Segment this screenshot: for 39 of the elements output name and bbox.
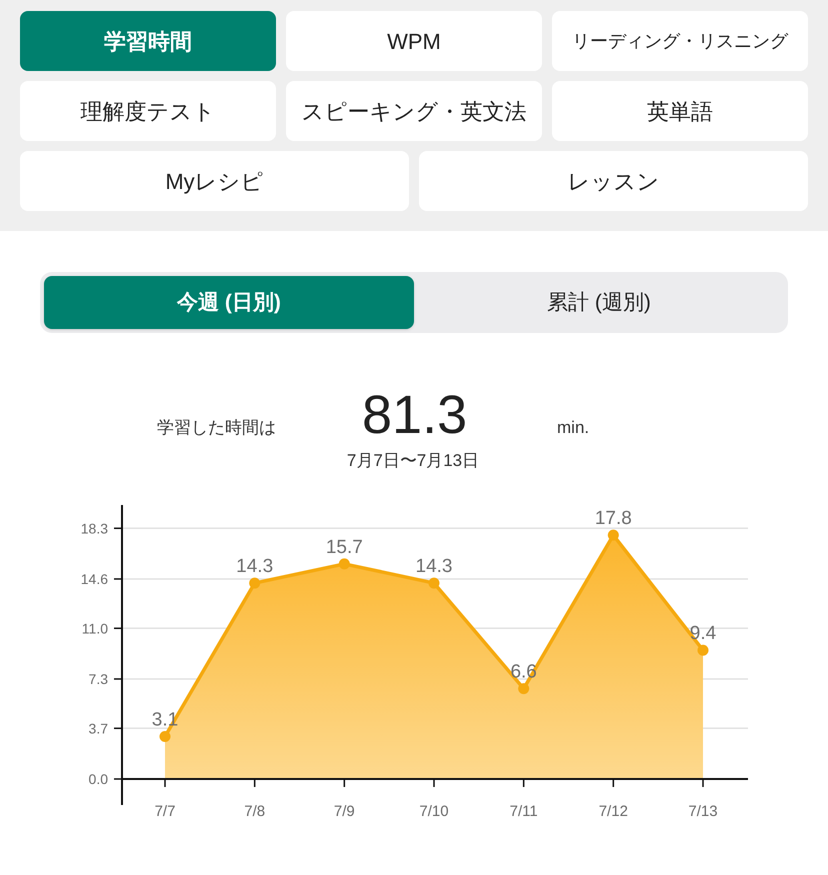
data-label: 14.3 [236, 556, 274, 577]
category-tab[interactable]: スピーキング・英文法 [286, 81, 542, 141]
x-tick-label: 7/12 [598, 802, 628, 820]
x-tick-label: 7/8 [244, 802, 266, 820]
data-point [698, 644, 708, 656]
data-point [338, 558, 350, 569]
category-tab[interactable]: リーディング・リスニング [552, 11, 808, 71]
y-tick-label: 18.3 [80, 520, 108, 536]
y-tick-label: 14.6 [80, 570, 108, 586]
y-tick-label: 0.0 [88, 770, 108, 786]
unit-label: min. [557, 417, 590, 439]
x-tick-label: 7/13 [688, 802, 718, 820]
y-tick-label: 3.7 [88, 720, 108, 736]
summary-label: 学習した時間は [157, 417, 277, 439]
data-label: 15.7 [326, 536, 363, 558]
data-point [160, 730, 170, 742]
category-tab[interactable]: Myレシピ [20, 151, 409, 211]
data-label: 17.8 [594, 508, 632, 529]
data-point [608, 529, 619, 540]
x-tick-label: 7/11 [510, 802, 538, 820]
period-tab[interactable]: 今週 (日別) [44, 276, 414, 329]
category-tab[interactable]: 理解度テスト [20, 81, 276, 141]
category-tab[interactable]: レッスン [419, 151, 808, 211]
x-tick-label: 7/10 [419, 802, 449, 820]
y-tick-label: 7.3 [88, 670, 108, 686]
period-tab[interactable]: 累計 (週別) [414, 276, 784, 329]
category-tab[interactable]: 英単語 [552, 81, 808, 141]
total-time-value: 81.3 [362, 384, 468, 447]
data-point [249, 577, 260, 588]
data-label: 14.3 [416, 556, 452, 577]
category-tab[interactable]: 学習時間 [20, 11, 276, 71]
data-point [428, 577, 440, 588]
y-tick-label: 11.0 [82, 620, 108, 636]
category-tab[interactable]: WPM [286, 11, 542, 71]
data-label: 9.4 [690, 622, 716, 644]
x-tick-label: 7/7 [154, 802, 176, 820]
data-point [518, 682, 530, 694]
date-range: 7月7日〜7月13日 [346, 450, 480, 472]
x-tick-label: 7/9 [334, 802, 355, 820]
